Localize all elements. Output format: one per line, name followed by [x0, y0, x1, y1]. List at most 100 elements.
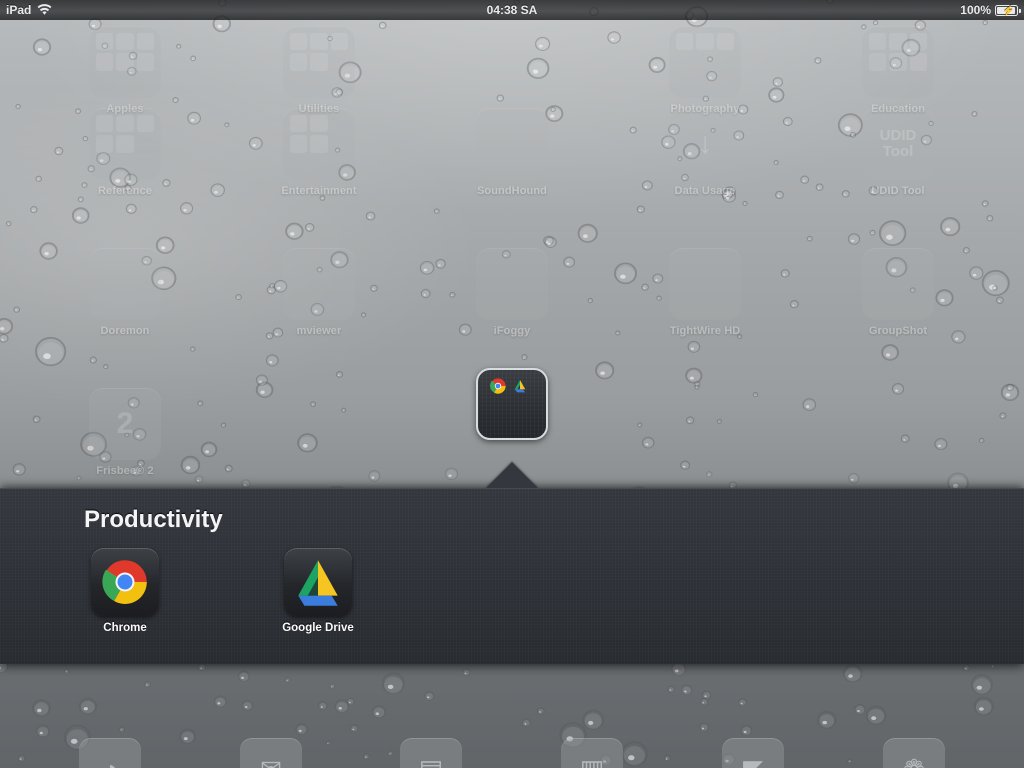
folder-mini-icon	[136, 33, 154, 51]
folder-app-label: Google Drive	[282, 622, 354, 634]
springboard-item-udid-tool[interactable]: UDID Tool UDID Tool	[828, 108, 968, 197]
folder-mini-icon	[889, 53, 907, 71]
folder-mini-icon	[290, 135, 308, 153]
app-icon-art	[862, 248, 934, 320]
status-bar: iPad 04:38 SA 100% ⚡	[0, 0, 1024, 20]
springboard-item-apples[interactable]: Apples	[55, 26, 195, 115]
folder-mini-icon	[889, 33, 907, 51]
folder-mini-icon	[331, 115, 348, 132]
folder-mini-icon-grid	[869, 33, 927, 91]
folder-mini-icon	[696, 74, 713, 91]
springboard-item-productivity-open[interactable]	[442, 368, 582, 440]
folder-pointer-arrow	[486, 462, 538, 488]
safari-icon: ◑	[79, 738, 141, 768]
springboard-item-data-usage[interactable]: ↓ Data Usage	[635, 108, 775, 197]
folder-mini-icon	[717, 74, 734, 91]
chrome-icon	[102, 560, 147, 604]
dock-item-photos[interactable]: ❁	[883, 738, 945, 768]
folder-mini-icon	[331, 53, 348, 70]
springboard-item-label: UDID Tool	[871, 185, 925, 197]
folder-mini-icon	[116, 115, 134, 133]
folder-mini-icon	[310, 156, 327, 173]
folder-mini-icon	[137, 74, 154, 91]
app-icon-art	[669, 248, 741, 320]
springboard-item-label: SoundHound	[476, 185, 548, 197]
app-icon-art: 2	[89, 388, 161, 460]
google-drive-mini-icon	[514, 380, 526, 393]
springboard-item-label: Entertainment	[281, 185, 357, 197]
springboard-item-ifoggy[interactable]: iFoggy	[442, 248, 582, 337]
dock-item-mail[interactable]: ✉	[240, 738, 302, 768]
google-drive-app-tile	[284, 548, 352, 616]
app-icon-glyph: ↓	[697, 127, 713, 161]
springboard-item-tightwire-hd[interactable]: TightWire HD	[635, 248, 775, 337]
folder-mini-icon	[676, 53, 693, 70]
folder-mini-icon	[96, 135, 114, 153]
app-icon-art	[283, 248, 355, 320]
folder-mini-icon	[116, 135, 134, 153]
folder-mini-icon	[116, 74, 133, 91]
folder-mini-icon	[331, 74, 348, 91]
folder-app-chrome[interactable]: Chrome	[70, 548, 180, 634]
springboard-item-doremon[interactable]: Doremon	[55, 248, 195, 337]
app-icon-art	[476, 108, 548, 180]
springboard-item-photography[interactable]: Photography	[635, 26, 775, 115]
folder-mini-icon	[310, 53, 328, 71]
folder-mini-icon	[116, 53, 134, 71]
app-icon-glyph: 2	[116, 407, 134, 441]
app-icon-art	[476, 248, 548, 320]
folder-mini-icon	[96, 74, 113, 91]
springboard-item-soundhound[interactable]: SoundHound	[442, 108, 582, 197]
springboard-item-label: mviewer	[296, 325, 342, 337]
folder-mini-icon	[869, 33, 887, 51]
folder-mini-icon	[330, 33, 348, 51]
dock-item-notes[interactable]: ▥	[561, 738, 623, 768]
folder-icon-art	[283, 26, 355, 98]
dock-item-music[interactable]: ◤	[722, 738, 784, 768]
springboard-item-frisbee-2[interactable]: 2 Frisbee® 2	[55, 388, 195, 477]
chrome-app-tile	[91, 548, 159, 616]
springboard-item-label: Data Usage	[674, 185, 736, 197]
folder-icon-art	[862, 26, 934, 98]
springboard-item-reference[interactable]: Reference	[55, 108, 195, 197]
folder-mini-icon	[331, 156, 348, 173]
springboard-item-mviewer[interactable]: mviewer	[249, 248, 389, 337]
springboard-item-label: Doremon	[100, 325, 150, 337]
folder-mini-icon	[137, 156, 154, 173]
folder-mini-icon	[910, 74, 927, 91]
folder-mini-icon	[310, 74, 327, 91]
status-bar-right: 100% ⚡	[960, 3, 1021, 17]
folder-mini-icon	[310, 115, 328, 133]
folder-mini-icon	[909, 53, 927, 71]
folder-mini-icon	[869, 74, 886, 91]
open-folder-panel: Productivity Chrome Google Drive	[0, 488, 1024, 664]
folder-icon-art	[89, 108, 161, 180]
folder-icon-art	[283, 108, 355, 180]
springboard-item-label: TightWire HD	[669, 325, 741, 337]
app-icon-art: ↓	[669, 108, 741, 180]
springboard-item-entertainment[interactable]: Entertainment	[249, 108, 389, 197]
springboard-item-education[interactable]: Education	[828, 26, 968, 115]
springboard-item-label: Frisbee® 2	[96, 465, 154, 477]
folder-mini-icon	[96, 156, 113, 173]
folder-mini-icon	[136, 53, 154, 71]
dock-item-contacts[interactable]: ▤	[400, 738, 462, 768]
folder-mini-icon	[96, 53, 114, 71]
springboard-item-label: Reference	[97, 185, 153, 197]
folder-mini-icon	[676, 74, 693, 91]
folder-mini-icon	[696, 33, 714, 51]
folder-mini-icon	[137, 135, 154, 152]
battery-charging-icon: ⚡	[995, 4, 1021, 17]
folder-mini-icon	[290, 74, 307, 91]
app-icon-art: UDID Tool	[862, 108, 934, 180]
springboard-item-utilities[interactable]: Utilities	[249, 26, 389, 115]
folder-app-google-drive[interactable]: Google Drive	[263, 548, 373, 634]
folder-mini-icon	[116, 156, 133, 173]
springboard-item-label: iFoggy	[493, 325, 531, 337]
mail-icon: ✉	[240, 738, 302, 768]
folder-mini-icon	[116, 33, 134, 51]
folder-mini-icon-grid	[96, 115, 154, 173]
dock-item-safari[interactable]: ◑	[79, 738, 141, 768]
folder-title[interactable]: Productivity	[84, 506, 223, 534]
springboard-item-groupshot[interactable]: GroupShot	[828, 248, 968, 337]
